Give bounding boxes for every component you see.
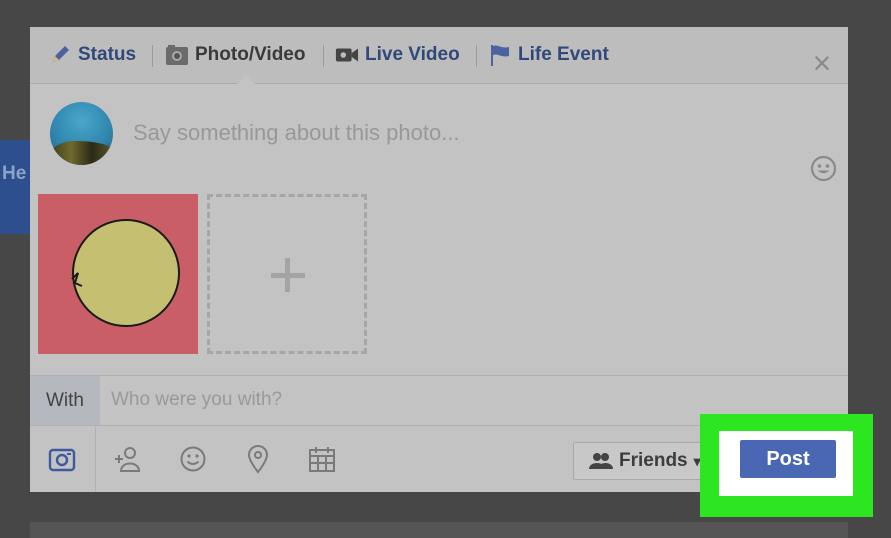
audience-selector[interactable]: Friends ▾	[573, 442, 713, 480]
composer-input[interactable]: Say something about this photo...	[133, 120, 460, 146]
flag-icon	[488, 43, 512, 67]
audience-label: Friends	[619, 450, 688, 471]
background-side-tab	[0, 140, 30, 234]
avatar	[50, 102, 113, 165]
photo-thumbnail[interactable]	[38, 194, 198, 354]
tag-friends-icon[interactable]	[111, 443, 143, 475]
tab-life-event-label: Life Event	[518, 44, 609, 65]
photo-thumbnail-image	[71, 219, 180, 327]
event-icon[interactable]	[306, 443, 338, 475]
pencil-icon	[48, 43, 72, 67]
plus-icon	[285, 258, 290, 292]
location-icon[interactable]	[242, 443, 274, 475]
toolbar-divider	[95, 427, 96, 492]
tab-live-video[interactable]: Live Video	[335, 41, 460, 69]
tab-divider	[476, 45, 477, 67]
photo-icon[interactable]	[46, 443, 78, 475]
background-strip	[30, 522, 848, 538]
post-type-tabs: Status Photo/Video Live Video Life Event…	[30, 27, 848, 84]
avatar-image	[50, 141, 113, 165]
emoji-icon[interactable]	[810, 155, 837, 182]
tab-photo-video-label: Photo/Video	[195, 44, 306, 65]
video-camera-icon	[335, 43, 359, 67]
tab-live-video-label: Live Video	[365, 44, 460, 65]
feeling-icon[interactable]	[177, 443, 209, 475]
with-label: With	[30, 376, 100, 425]
background-side-text: He ma	[2, 163, 30, 184]
camera-icon	[165, 43, 189, 67]
post-button[interactable]: Post	[740, 440, 836, 478]
tab-photo-video[interactable]: Photo/Video	[165, 41, 305, 69]
tab-status[interactable]: Status	[48, 41, 136, 69]
active-tab-pointer	[236, 75, 256, 85]
tab-life-event[interactable]: Life Event	[488, 41, 609, 69]
with-input[interactable]: Who were you with?	[111, 389, 282, 411]
close-icon[interactable]: ×	[808, 47, 836, 79]
tab-divider	[152, 45, 153, 67]
tab-divider	[323, 45, 324, 67]
friends-icon	[589, 453, 613, 469]
add-photo-button[interactable]	[207, 194, 367, 354]
tab-status-label: Status	[78, 44, 137, 65]
